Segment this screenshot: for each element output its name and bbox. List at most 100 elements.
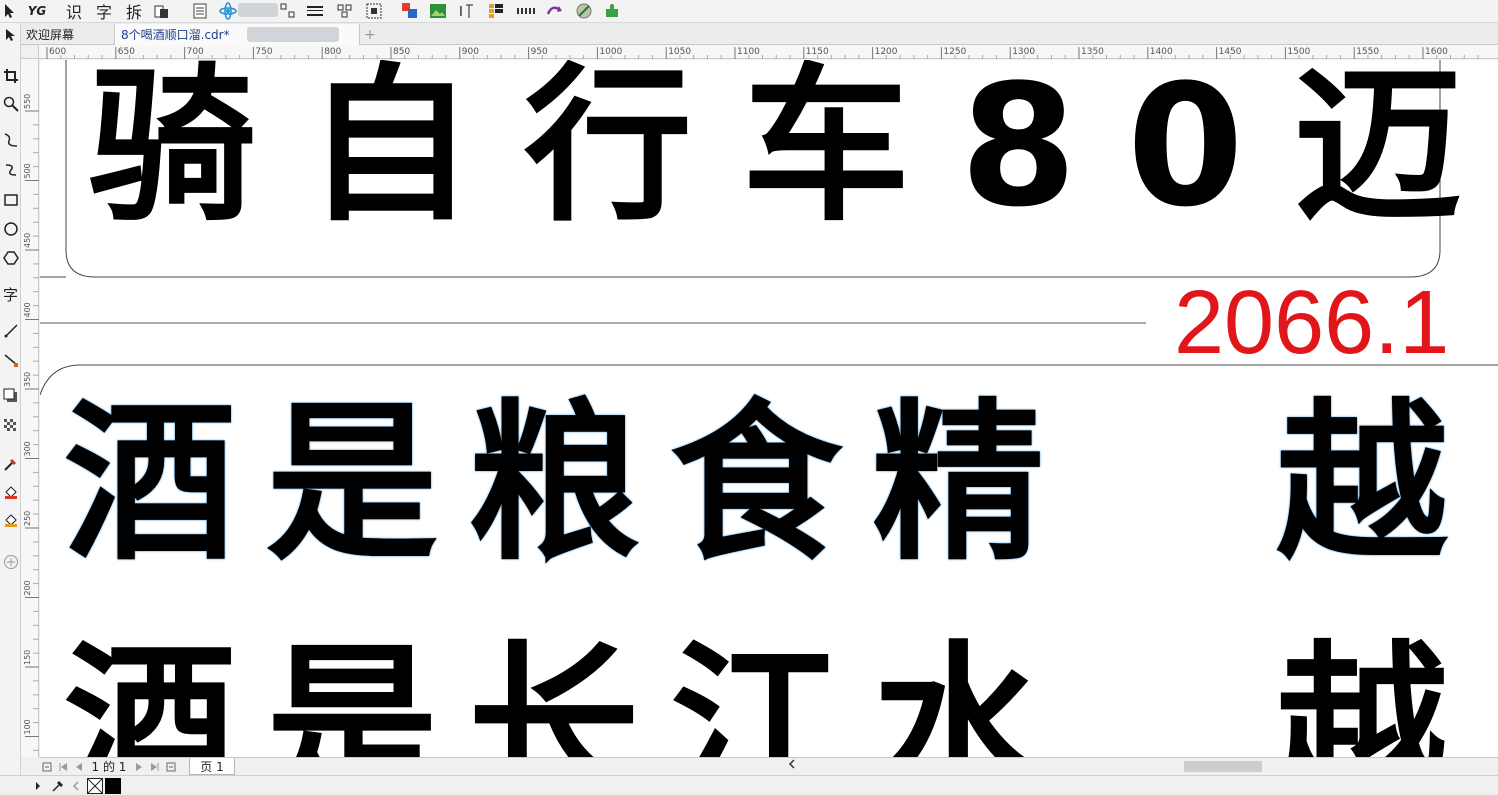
distribute-icon[interactable] xyxy=(335,1,355,21)
image-icon[interactable] xyxy=(428,1,448,21)
scrollbar-thumb[interactable] xyxy=(1184,761,1262,772)
ruler-label: 400 xyxy=(23,302,32,317)
artistic-media-icon[interactable] xyxy=(0,159,21,181)
no-color-swatch[interactable] xyxy=(86,778,104,794)
ruler-label: 1200 xyxy=(875,47,898,57)
ruler-label: 250 xyxy=(23,511,32,526)
color-blocks-icon[interactable] xyxy=(400,1,420,21)
vertical-ruler[interactable]: 550 500 450 400 350 300 250 200 150 100 xyxy=(21,59,39,757)
ruler-label: 350 xyxy=(23,372,32,387)
add-page-before-icon[interactable] xyxy=(41,759,53,774)
character-button[interactable]: 字 xyxy=(92,1,116,22)
select-region-icon[interactable] xyxy=(364,1,384,21)
document-icon[interactable] xyxy=(190,1,210,21)
yg-button[interactable]: YG xyxy=(25,1,49,21)
horizontal-ruler[interactable]: 600 650 700 750 800 850 900 950 1000 1050 1100 1150… xyxy=(21,45,1498,59)
palette-left-icon[interactable] xyxy=(70,778,82,794)
ruler-label: 1500 xyxy=(1287,47,1310,57)
ruler-label: 750 xyxy=(255,47,272,57)
coreldraw-window: YG 识 字 拆 I 欢迎屏幕 8个喝酒顺口溜.cdr* + 字 600 650… xyxy=(0,0,1498,795)
smart-fill-icon[interactable] xyxy=(0,509,21,531)
svg-text:I: I xyxy=(459,5,463,20)
price-text[interactable]: 2066.1 xyxy=(1174,278,1449,368)
first-page-icon[interactable] xyxy=(57,759,69,774)
ellipse-icon[interactable] xyxy=(0,218,21,240)
recognize-button[interactable]: 识 xyxy=(62,1,86,22)
prev-page-icon[interactable] xyxy=(73,759,85,774)
ruler-label: 600 xyxy=(49,47,66,57)
fill-icon[interactable] xyxy=(0,481,21,503)
ruler-label: 150 xyxy=(23,650,32,665)
ruler-label: 1000 xyxy=(599,47,622,57)
copy-icon[interactable] xyxy=(152,1,172,21)
ruler-origin-corner[interactable] xyxy=(21,45,39,59)
text-tool-icon[interactable]: 字 xyxy=(0,283,21,305)
ruler-label: 1100 xyxy=(737,47,760,57)
ruler-label: 1550 xyxy=(1356,47,1379,57)
parallel-dimension-icon[interactable] xyxy=(0,320,21,342)
tab-document[interactable]: 8个喝酒顺口溜.cdr* xyxy=(114,24,360,45)
top-toolbar: YG 识 字 拆 I xyxy=(0,0,1498,23)
layers-icon[interactable] xyxy=(486,1,506,21)
bottom-right-text[interactable]: 越 xyxy=(1276,640,1448,758)
ruler-label: 1400 xyxy=(1150,47,1173,57)
tab-welcome-screen[interactable]: 欢迎屏幕 xyxy=(20,24,114,45)
page-tab-1[interactable]: 页 1 xyxy=(189,758,235,775)
ruler-label: 1150 xyxy=(806,47,829,57)
middle-row-text[interactable]: 酒是粮食精 xyxy=(64,398,1074,570)
polygon-icon[interactable] xyxy=(0,247,21,269)
blurred-region xyxy=(238,3,278,17)
split-button[interactable]: 拆 xyxy=(122,1,146,22)
add-icon[interactable] xyxy=(0,551,21,573)
toolbox: 字 xyxy=(0,23,21,775)
ruler-label: 850 xyxy=(393,47,410,57)
ruler-label: 650 xyxy=(118,47,135,57)
blurred-region xyxy=(247,27,339,42)
bottom-row-text[interactable]: 酒是长江水 xyxy=(64,640,1074,758)
drawing-canvas[interactable]: 骑自行车80迈 2066.1 酒是粮食精 越 酒是长江水 越 xyxy=(40,60,1498,757)
ruler-label: 900 xyxy=(462,47,479,57)
color-eyedropper-icon[interactable] xyxy=(50,778,66,794)
tab-document-label: 8个喝酒顺口溜.cdr* xyxy=(121,28,230,42)
brush-icon[interactable] xyxy=(574,1,594,21)
horizontal-ruler-ticks: 600 650 700 750 800 850 900 950 1000 1050 1100 1150… xyxy=(46,47,1479,59)
atom-icon[interactable] xyxy=(218,1,238,21)
plugin-icon[interactable] xyxy=(602,1,622,21)
rectangle-icon[interactable] xyxy=(0,189,21,211)
grid-dots-icon[interactable] xyxy=(514,1,538,21)
vertical-ruler-ticks: 550 500 450 400 350 300 250 200 150 100 xyxy=(23,94,39,751)
ruler-label: 1600 xyxy=(1425,47,1448,57)
add-tab-button[interactable]: + xyxy=(360,24,380,45)
horizontal-scrollbar[interactable] xyxy=(784,757,1498,774)
pick-arrow-icon[interactable] xyxy=(2,1,18,21)
ruler-label: 1050 xyxy=(668,47,691,57)
eyedropper-icon[interactable] xyxy=(0,453,21,475)
ruler-label: 1450 xyxy=(1219,47,1242,57)
drop-shadow-icon[interactable] xyxy=(0,385,21,407)
middle-right-text[interactable]: 越 xyxy=(1276,398,1448,570)
ruler-label: 100 xyxy=(23,719,32,734)
blend-arrow-icon[interactable] xyxy=(544,1,566,21)
ruler-label: 550 xyxy=(23,94,32,109)
ruler-label: 1350 xyxy=(1081,47,1104,57)
ruler-label: 700 xyxy=(187,47,204,57)
expand-arrow-icon[interactable] xyxy=(32,778,44,794)
scroll-left-icon[interactable] xyxy=(788,759,796,772)
ruler-label: 300 xyxy=(23,441,32,456)
freehand-icon[interactable] xyxy=(0,129,21,151)
add-page-after-icon[interactable] xyxy=(165,759,177,774)
connector-icon[interactable] xyxy=(0,349,21,371)
align-lines-icon[interactable] xyxy=(305,1,325,21)
text-frame-icon[interactable]: I xyxy=(456,1,476,21)
status-bar xyxy=(0,775,1498,795)
shape-tool-icon[interactable] xyxy=(0,25,21,47)
black-swatch[interactable] xyxy=(104,778,121,794)
top-row-text[interactable]: 骑自行车80迈 xyxy=(88,62,1498,230)
next-page-icon[interactable] xyxy=(133,759,145,774)
group-icon[interactable] xyxy=(278,1,298,21)
crop-icon[interactable] xyxy=(0,65,21,87)
ruler-label: 1300 xyxy=(1012,47,1035,57)
last-page-icon[interactable] xyxy=(149,759,161,774)
zoom-icon[interactable] xyxy=(0,93,21,115)
transparency-icon[interactable] xyxy=(0,415,21,437)
